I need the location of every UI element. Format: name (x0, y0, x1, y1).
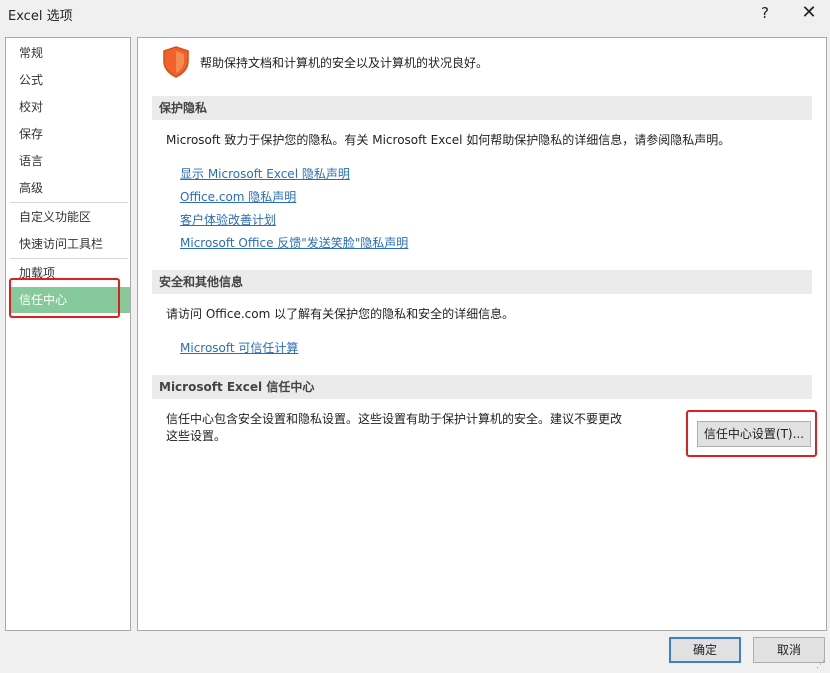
sidebar-item-general[interactable]: 常规 (10, 40, 130, 66)
cancel-button[interactable]: 取消 (753, 637, 825, 663)
sidebar-item-quick-access-toolbar[interactable]: 快速访问工具栏 (10, 231, 130, 257)
sidebar-divider (10, 258, 128, 259)
sidebar-item-formulas[interactable]: 公式 (10, 67, 130, 93)
link-feedback-privacy-statement[interactable]: Microsoft Office 反馈"发送笑脸"隐私声明 (180, 234, 408, 251)
sidebar-item-language[interactable]: 语言 (10, 148, 130, 174)
window-title: Excel 选项 (8, 9, 73, 24)
sidebar-item-customize-ribbon[interactable]: 自定义功能区 (10, 204, 130, 230)
trust-center-panel: 帮助保持文档和计算机的安全以及计算机的状况良好。 保护隐私 Microsoft … (137, 37, 827, 631)
link-customer-experience-program[interactable]: 客户体验改善计划 (180, 211, 276, 228)
options-sidebar: 常规 公式 校对 保存 语言 高级 自定义功能区 快速访问工具栏 加载项 信任中… (5, 37, 131, 631)
section-header-security-info: 安全和其他信息 (152, 270, 812, 294)
shield-icon (163, 46, 189, 78)
security-info-description: 请访问 Office.com 以了解有关保护您的隐私和安全的详细信息。 (166, 307, 515, 321)
link-excel-privacy-statement[interactable]: 显示 Microsoft Excel 隐私声明 (180, 165, 350, 182)
sidebar-divider (10, 202, 128, 203)
privacy-description: Microsoft 致力于保护您的隐私。有关 Microsoft Excel 如… (166, 133, 731, 147)
title-bar: Excel 选项 ? ✕ (0, 0, 830, 30)
sidebar-item-save[interactable]: 保存 (10, 121, 130, 147)
resize-grip-icon[interactable]: ⋰ (816, 659, 828, 671)
intro-row: 帮助保持文档和计算机的安全以及计算机的状况良好。 (162, 46, 488, 78)
sidebar-item-proofing[interactable]: 校对 (10, 94, 130, 120)
trust-center-description-line1: 信任中心包含安全设置和隐私设置。这些设置有助于保护计算机的安全。建议不要更改 (166, 412, 623, 426)
trust-center-description-line2: 这些设置。 (166, 429, 227, 443)
highlight-box-settings-button (686, 410, 817, 457)
link-trustworthy-computing[interactable]: Microsoft 可信任计算 (180, 339, 298, 356)
link-office-privacy-statement[interactable]: Office.com 隐私声明 (180, 188, 296, 205)
section-header-trust-center: Microsoft Excel 信任中心 (152, 375, 812, 399)
section-header-privacy: 保护隐私 (152, 96, 812, 120)
close-button[interactable]: ✕ (796, 2, 822, 26)
ok-button[interactable]: 确定 (669, 637, 741, 663)
intro-text: 帮助保持文档和计算机的安全以及计算机的状况良好。 (200, 55, 489, 70)
help-button[interactable]: ? (752, 2, 778, 26)
highlight-box-trust-center (9, 278, 120, 318)
sidebar-item-advanced[interactable]: 高级 (10, 175, 130, 201)
